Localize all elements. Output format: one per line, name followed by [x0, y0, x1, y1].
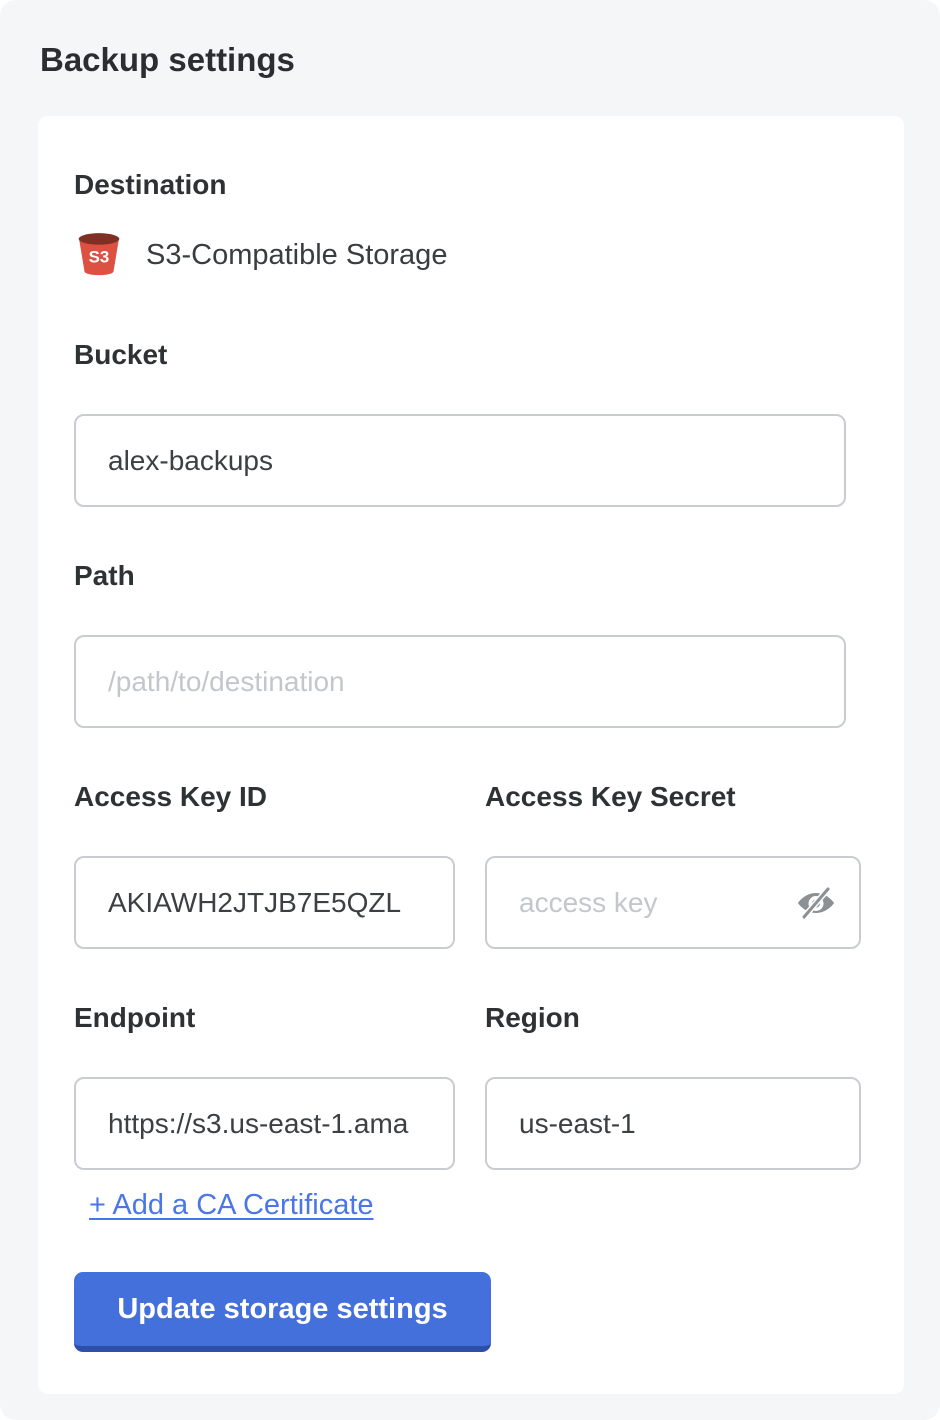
access-key-secret-section: Access Key Secret	[485, 780, 861, 949]
access-key-secret-wrap	[485, 856, 861, 949]
destination-value: S3-Compatible Storage	[146, 238, 447, 272]
bucket-section: Bucket	[74, 338, 846, 507]
add-ca-certificate-link[interactable]: + Add a CA Certificate	[89, 1188, 374, 1222]
access-key-id-section: Access Key ID	[74, 780, 455, 949]
endpoint-section: Endpoint	[74, 1001, 455, 1170]
access-key-secret-label: Access Key Secret	[485, 780, 861, 814]
region-input[interactable]	[485, 1077, 861, 1170]
access-key-row: Access Key ID Access Key Secret	[74, 780, 846, 949]
s3-icon-text: S3	[89, 248, 110, 267]
bucket-input[interactable]	[74, 414, 846, 507]
path-label: Path	[74, 559, 846, 593]
page-title: Backup settings	[40, 40, 904, 80]
endpoint-region-row: Endpoint Region	[74, 1001, 846, 1170]
s3-bucket-icon: S3	[74, 232, 124, 278]
backup-settings-page: Backup settings Destination S3 S3-Compat…	[0, 0, 940, 1420]
destination-row: S3 S3-Compatible Storage	[74, 232, 846, 278]
access-key-id-input[interactable]	[74, 856, 455, 949]
eye-slash-icon	[795, 883, 837, 923]
endpoint-input[interactable]	[74, 1077, 455, 1170]
update-storage-settings-button[interactable]: Update storage settings	[74, 1272, 491, 1352]
storage-settings-card: Destination S3 S3-Compatible Storage Buc…	[38, 116, 904, 1394]
access-key-id-label: Access Key ID	[74, 780, 455, 814]
region-label: Region	[485, 1001, 861, 1035]
endpoint-label: Endpoint	[74, 1001, 455, 1035]
path-section: Path	[74, 559, 846, 728]
path-input[interactable]	[74, 635, 846, 728]
toggle-secret-visibility-button[interactable]	[795, 883, 837, 923]
region-section: Region	[485, 1001, 861, 1170]
bucket-label: Bucket	[74, 338, 846, 372]
destination-label: Destination	[74, 168, 846, 202]
